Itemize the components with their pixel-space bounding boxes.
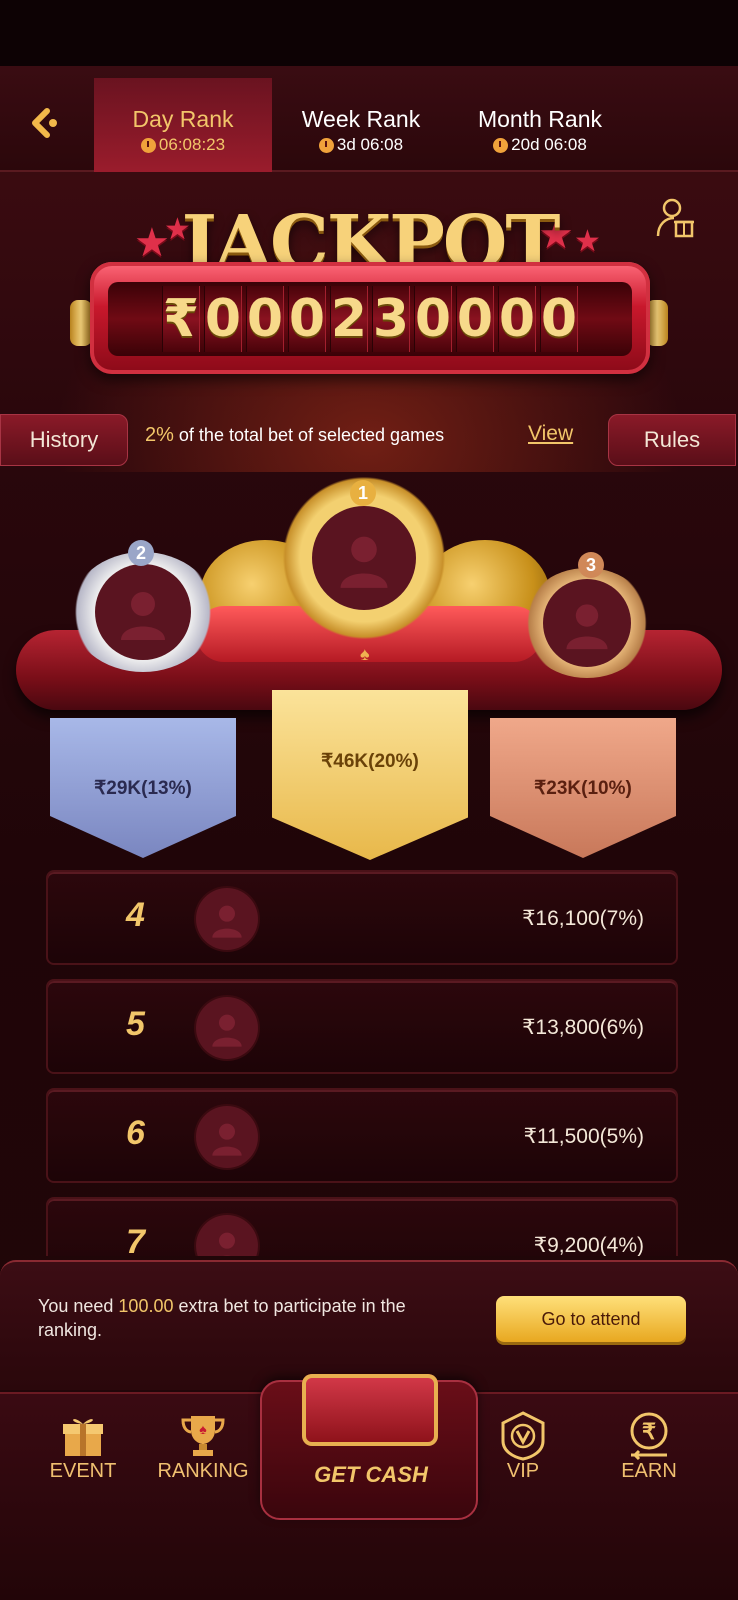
back-button[interactable] xyxy=(22,100,68,146)
jackpot-digit: 2 xyxy=(330,286,368,352)
avatar xyxy=(196,888,258,950)
rank-number: 7 xyxy=(126,1223,145,1256)
tab-timer: 20d 06:08 xyxy=(493,135,587,155)
avatar xyxy=(95,564,191,660)
jackpot-digit: 0 xyxy=(540,286,578,352)
history-button[interactable]: History xyxy=(0,414,128,466)
tab-timer: 3d 06:08 xyxy=(318,135,404,155)
rank-2-avatar[interactable] xyxy=(70,552,216,672)
jackpot-description-text: of the total bet of selected games xyxy=(178,425,445,445)
avatar xyxy=(543,579,631,667)
svg-text:♠: ♠ xyxy=(199,1421,207,1437)
rank-3-avatar[interactable] xyxy=(522,568,652,678)
nav-event[interactable]: EVENT xyxy=(28,1394,138,1504)
rank-reward: ₹11,500(5%) xyxy=(523,1125,644,1148)
ranking-list: 4 ₹16,100(7%) 5 ₹13,800(6%) 6 ₹11,500(5%… xyxy=(46,870,678,1256)
clock-icon xyxy=(493,137,509,153)
ranking-row[interactable]: 4 ₹16,100(7%) xyxy=(46,870,678,965)
jackpot-percent: 2% xyxy=(145,424,174,446)
notice-amount: 100.00 xyxy=(118,1296,174,1316)
rules-button[interactable]: Rules xyxy=(608,414,736,466)
rank-tabs-bar: Day Rank 06:08:23 Week Rank 3d 06:08 Mon… xyxy=(0,66,738,172)
user-silhouette-icon xyxy=(340,536,388,588)
tab-day-rank[interactable]: Day Rank 06:08:23 xyxy=(94,78,272,172)
spade-icon: ♠ xyxy=(360,644,370,664)
notice-prefix: You need xyxy=(38,1296,119,1316)
user-silhouette-icon xyxy=(212,905,242,938)
nav-label: EARN xyxy=(621,1460,677,1482)
rank-1-prize: ₹46K(20%) xyxy=(272,690,468,860)
vip-shield-icon xyxy=(499,1411,547,1461)
jackpot-digit: 0 xyxy=(456,286,494,352)
jackpot-digit: 3 xyxy=(372,286,410,352)
jackpot-digit: 0 xyxy=(414,286,452,352)
tab-month-rank[interactable]: Month Rank 20d 06:08 xyxy=(450,78,630,172)
trophy-icon: ♠ xyxy=(179,1412,227,1460)
currency-symbol: ₹ xyxy=(162,286,200,352)
rank-number: 5 xyxy=(126,1005,145,1043)
user-silhouette-icon xyxy=(566,604,608,650)
rank-2-badge: 2 xyxy=(128,540,154,566)
ranking-page: Day Rank 06:08:23 Week Rank 3d 06:08 Mon… xyxy=(0,0,738,1600)
view-link[interactable]: View xyxy=(528,422,573,446)
go-to-attend-button[interactable]: Go to attend xyxy=(496,1296,686,1342)
tab-week-rank[interactable]: Week Rank 3d 06:08 xyxy=(272,78,450,172)
rank-reward: ₹9,200(4%) xyxy=(533,1234,644,1256)
tab-label: Month Rank xyxy=(477,106,602,132)
rank-number: 4 xyxy=(126,896,145,934)
tab-label: Day Rank xyxy=(132,106,234,132)
jackpot-digit: 0 xyxy=(498,286,536,352)
get-cash-button[interactable]: GET CASH xyxy=(260,1374,478,1520)
tab-timer-text: 20d 06:08 xyxy=(511,135,587,154)
user-silhouette-icon xyxy=(219,1232,235,1256)
jackpot-digits: ₹ 0 0 0 2 3 0 0 0 0 xyxy=(108,282,632,356)
jackpot-digit: 0 xyxy=(288,286,326,352)
jackpot-digit: 0 xyxy=(204,286,242,352)
nav-vip[interactable]: VIP xyxy=(468,1394,578,1504)
gift-icon xyxy=(59,1412,107,1460)
tab-timer-text: 3d 06:08 xyxy=(336,135,404,154)
rank-1-badge: 1 xyxy=(350,480,376,506)
avatar xyxy=(196,1215,258,1256)
treasure-chest-icon xyxy=(302,1374,438,1446)
user-gift-button[interactable] xyxy=(656,196,696,240)
rank-reward: ₹13,800(6%) xyxy=(522,1016,644,1039)
clock-icon xyxy=(318,137,334,153)
notice-message: You need 100.00 extra bet to participate… xyxy=(38,1294,458,1342)
rank-2-prize: ₹29K(13%) xyxy=(50,718,236,858)
tab-timer-text: 06:08:23 xyxy=(158,135,226,154)
rank-3-prize: ₹23K(10%) xyxy=(490,718,676,858)
tab-label: Week Rank xyxy=(301,106,421,132)
jackpot-description: 2% of the total bet of selected games xyxy=(145,424,444,447)
rupee-coin-icon: ₹ xyxy=(625,1412,673,1461)
get-cash-label: GET CASH xyxy=(314,1462,428,1487)
jackpot-counter: ₹ 0 0 0 2 3 0 0 0 0 xyxy=(90,262,650,374)
jackpot-info-row: History 2% of the total bet of selected … xyxy=(0,404,738,466)
nav-label: RANKING xyxy=(157,1460,249,1482)
nav-label: VIP xyxy=(506,1460,540,1482)
svg-text:₹: ₹ xyxy=(642,1419,656,1444)
user-silhouette-icon xyxy=(212,1123,242,1156)
back-arrow-icon xyxy=(32,108,57,138)
jackpot-digit: 0 xyxy=(246,286,284,352)
nav-earn[interactable]: ₹ EARN xyxy=(594,1394,704,1504)
tab-timer: 06:08:23 xyxy=(140,135,226,155)
avatar xyxy=(312,506,416,610)
user-gift-icon xyxy=(656,198,694,238)
rank-number: 6 xyxy=(126,1114,145,1152)
nav-label: EVENT xyxy=(49,1460,117,1482)
user-silhouette-icon xyxy=(121,592,165,640)
rank-3-badge: 3 xyxy=(578,552,604,578)
clock-icon xyxy=(140,137,156,153)
ranking-row[interactable]: 6 ₹11,500(5%) xyxy=(46,1088,678,1183)
counter-knob xyxy=(70,300,92,346)
avatar xyxy=(196,997,258,1059)
participation-notice: You need 100.00 extra bet to participate… xyxy=(0,1260,738,1390)
nav-ranking[interactable]: ♠ RANKING xyxy=(148,1394,258,1504)
ranking-row[interactable]: 5 ₹13,800(6%) xyxy=(46,979,678,1074)
rank-reward: ₹16,100(7%) xyxy=(522,907,644,930)
ranking-row[interactable]: 7 ₹9,200(4%) xyxy=(46,1197,678,1256)
avatar xyxy=(196,1106,258,1168)
user-silhouette-icon xyxy=(212,1014,242,1047)
